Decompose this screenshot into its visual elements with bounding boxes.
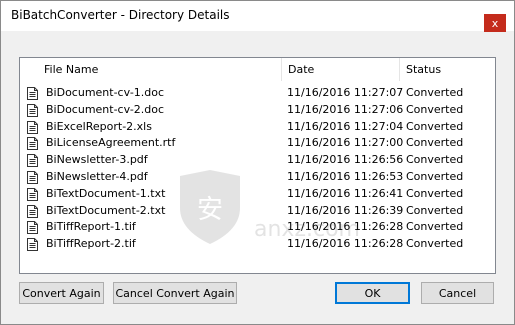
- close-icon: x: [491, 16, 499, 30]
- file-name-cell: BiNewsletter-3.pdf: [46, 153, 148, 167]
- status-cell: Converted: [406, 153, 464, 167]
- table-row[interactable]: BiNewsletter-4.pdf 11/16/2016 11:26:53 Con…: [20, 169, 495, 186]
- file-name-cell: BiTextDocument-2.txt: [46, 203, 166, 217]
- document-icon: [27, 137, 38, 151]
- convert-again-button[interactable]: Convert Again: [19, 282, 104, 304]
- status-cell: Converted: [406, 220, 464, 234]
- document-icon: [27, 204, 38, 218]
- status-cell: Converted: [406, 86, 464, 99]
- column-header-status[interactable]: Status: [400, 58, 495, 81]
- date-cell: 11/16/2016 11:26:39: [287, 203, 404, 217]
- file-name-cell: BiDocument-cv-1.doc: [46, 86, 165, 99]
- window-title: BiBatchConverter - Directory Details: [11, 8, 230, 22]
- title-bar[interactable]: BiBatchConverter - Directory Details x: [1, 1, 514, 32]
- document-icon: [27, 238, 38, 252]
- status-cell: Converted: [406, 237, 464, 251]
- column-header-date[interactable]: Date: [282, 58, 400, 81]
- file-name-cell: BiNewsletter-4.pdf: [46, 169, 148, 183]
- document-icon: [27, 221, 38, 235]
- document-icon: [27, 187, 38, 201]
- table-row[interactable]: BiNewsletter-3.pdf 11/16/2016 11:26:56 Con…: [20, 152, 495, 169]
- table-row[interactable]: BiExcelReport-2.xls 11/16/2016 11:27:04 Co…: [20, 119, 495, 136]
- date-cell: 11/16/2016 11:27:07: [287, 86, 404, 99]
- directory-details-list[interactable]: File Name Date Status BiDocument-cv-1.do…: [19, 57, 496, 274]
- table-row[interactable]: BiTiffReport-2.tif 11/16/2016 11:26:28 Con…: [20, 236, 495, 253]
- status-cell: Converted: [406, 169, 464, 183]
- cancel-convert-again-button[interactable]: Cancel Convert Again: [113, 282, 237, 304]
- cancel-button[interactable]: Cancel: [421, 282, 494, 304]
- file-name-cell: BiTextDocument-1.txt: [46, 186, 166, 200]
- list-header: File Name Date Status: [20, 58, 495, 81]
- date-cell: 11/16/2016 11:26:28: [287, 237, 404, 251]
- status-cell: Converted: [406, 186, 464, 200]
- status-cell: Converted: [406, 203, 464, 217]
- date-cell: 11/16/2016 11:27:06: [287, 102, 404, 116]
- table-row[interactable]: BiDocument-cv-1.doc 11/16/2016 11:27:07 Co…: [20, 85, 495, 102]
- file-name-cell: BiTiffReport-1.tif: [46, 220, 136, 234]
- document-icon: [27, 170, 38, 184]
- list-rows: BiDocument-cv-1.doc 11/16/2016 11:27:07 Co…: [20, 85, 495, 253]
- date-cell: 11/16/2016 11:26:56: [287, 153, 404, 167]
- file-name-cell: BiLicenseAgreement.rtf: [46, 136, 176, 150]
- table-row[interactable]: BiDocument-cv-2.doc 11/16/2016 11:27:06 Co…: [20, 102, 495, 119]
- date-cell: 11/16/2016 11:27:04: [287, 119, 404, 133]
- file-name-cell: BiDocument-cv-2.doc: [46, 102, 165, 116]
- table-row[interactable]: BiTextDocument-2.txt 11/16/2016 11:26:39 C…: [20, 203, 495, 220]
- table-row[interactable]: BiTiffReport-1.tif 11/16/2016 11:26:28 Con…: [20, 219, 495, 236]
- close-button[interactable]: x: [484, 14, 506, 32]
- dialog-window: BiBatchConverter - Directory Details x F…: [0, 0, 515, 325]
- column-header-file-name[interactable]: File Name: [38, 58, 282, 81]
- status-cell: Converted: [406, 102, 464, 116]
- ok-button[interactable]: OK: [335, 282, 410, 304]
- date-cell: 11/16/2016 11:27:00: [287, 136, 404, 150]
- document-icon: [27, 103, 38, 117]
- document-icon: [27, 154, 38, 168]
- table-row[interactable]: BiLicenseAgreement.rtf 11/16/2016 11:27:0…: [20, 135, 495, 152]
- status-cell: Converted: [406, 136, 464, 150]
- document-icon: [27, 120, 38, 134]
- status-cell: Converted: [406, 119, 464, 133]
- date-cell: 11/16/2016 11:26:41: [287, 186, 404, 200]
- file-name-cell: BiTiffReport-2.tif: [46, 237, 136, 251]
- date-cell: 11/16/2016 11:26:53: [287, 169, 404, 183]
- table-row[interactable]: BiTextDocument-1.txt 11/16/2016 11:26:41 C…: [20, 186, 495, 203]
- date-cell: 11/16/2016 11:26:28: [287, 220, 404, 234]
- document-icon: [27, 87, 38, 100]
- file-name-cell: BiExcelReport-2.xls: [46, 119, 152, 133]
